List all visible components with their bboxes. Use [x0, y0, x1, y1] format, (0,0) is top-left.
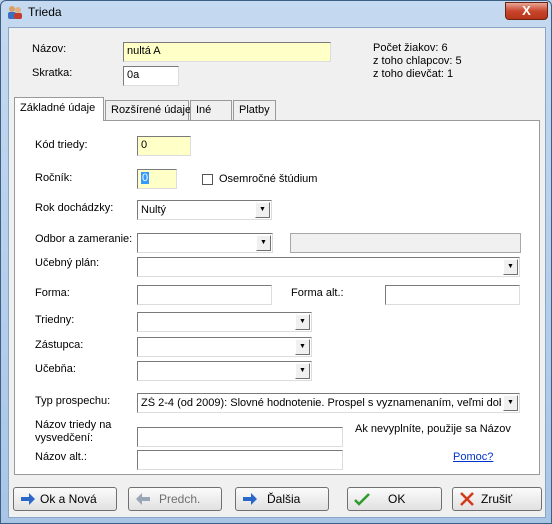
stat-dievcat: z toho dievčat: 1 [373, 68, 454, 80]
ucebny-plan-select[interactable]: ▼ [137, 257, 520, 277]
chevron-down-icon[interactable]: ▼ [503, 395, 518, 411]
odbor-label: Odbor a zameranie: [35, 233, 133, 245]
forma-label: Forma: [35, 287, 70, 299]
users-icon [7, 4, 23, 20]
typ-prospechu-label: Typ prospechu: [35, 395, 111, 407]
odbor-detail-field [290, 233, 521, 253]
zastupca-select[interactable]: ▼ [137, 337, 312, 357]
rok-dochadzky-select[interactable]: Nultý ▼ [137, 200, 272, 220]
rocnik-label: Ročník: [35, 172, 73, 184]
next-label: Ďalšia [267, 492, 301, 506]
typ-prospechu-select[interactable]: ZŠ 2-4 (od 2009): Slovné hodnotenie. Pro… [137, 393, 520, 413]
tab-rozsirene-udaje[interactable]: Rozšírené údaje [105, 100, 191, 120]
forma-alt-input[interactable] [385, 285, 520, 305]
triedny-label: Triedny: [35, 314, 75, 326]
checkmark-pen-icon [354, 492, 370, 506]
nazov-alt-input[interactable] [137, 450, 343, 470]
previous-label: Predch. [159, 492, 201, 506]
nazov-vysvedcenie-label-line2: vysvedčení: [35, 432, 94, 444]
osemrocne-label: Osemročné štúdium [219, 173, 318, 185]
tab-zakladne-udaje[interactable]: Základné údaje [14, 97, 104, 121]
cancel-button[interactable]: Zrušiť [452, 487, 542, 511]
chevron-down-icon[interactable]: ▼ [295, 339, 310, 355]
next-arrow-icon [242, 492, 258, 506]
ucebna-select[interactable]: ▼ [137, 361, 312, 381]
kod-triedy-label: Kód triedy: [35, 139, 88, 151]
dialog-client-area: Názov: nultá A Skratka: 0a Počet žiakov:… [8, 27, 546, 518]
ok-and-new-button[interactable]: Ok a Nová [13, 487, 117, 511]
ok-label: OK [388, 492, 406, 506]
rok-dochadzky-value: Nultý [141, 204, 167, 216]
nazov-input[interactable]: nultá A [123, 42, 331, 62]
tab-ine[interactable]: Iné [190, 100, 232, 120]
chevron-down-icon[interactable]: ▼ [255, 202, 270, 218]
cancel-label: Zrušiť [481, 492, 513, 506]
title-bar[interactable]: Trieda X [1, 1, 551, 23]
zastupca-label: Zástupca: [35, 339, 84, 351]
kod-triedy-input[interactable]: 0 [137, 136, 191, 156]
chevron-down-icon[interactable]: ▼ [295, 363, 310, 379]
nazov-label: Názov: [32, 43, 67, 55]
previous-arrow-icon [135, 492, 151, 506]
nazov-alt-label: Názov alt.: [35, 451, 87, 463]
previous-button[interactable]: Predch. [128, 487, 222, 511]
cancel-x-icon [459, 492, 475, 506]
window-title: Trieda [28, 5, 62, 19]
close-icon: X [522, 3, 531, 18]
chevron-down-icon[interactable]: ▼ [295, 314, 310, 330]
chevron-down-icon[interactable]: ▼ [256, 235, 271, 251]
nazov-vysvedcenie-input[interactable] [137, 427, 343, 447]
close-button[interactable]: X [505, 2, 548, 20]
ok-and-new-label: Ok a Nová [40, 492, 97, 506]
rocnik-value: 0 [141, 172, 150, 184]
stat-chlapcov: z toho chlapcov: 5 [373, 55, 462, 67]
rok-dochadzky-label: Rok dochádzky: [35, 202, 114, 214]
nazov-vysvedcenie-hint: Ak nevyplníte, použije sa Názov [355, 423, 511, 435]
nazov-vysvedcenie-label-line1: Názov triedy na [35, 419, 112, 431]
skratka-input[interactable]: 0a [123, 66, 179, 86]
triedny-select[interactable]: ▼ [137, 312, 312, 332]
tab-panel-zakladne-udaje: Kód triedy: 0 Ročník: 0 Osemročné štúdiu… [14, 120, 540, 475]
osemrocne-checkbox[interactable] [202, 174, 213, 185]
ucebna-label: Učebňa: [35, 363, 76, 375]
next-button[interactable]: Ďalšia [235, 487, 329, 511]
rocnik-input[interactable]: 0 [137, 169, 177, 189]
tab-platby[interactable]: Platby [233, 100, 276, 120]
ok-button[interactable]: OK [347, 487, 442, 511]
typ-prospechu-value: ZŠ 2-4 (od 2009): Slovné hodnotenie. Pro… [141, 397, 501, 409]
dialog-window: Trieda X Názov: nultá A Skratka: 0a Poče… [0, 0, 552, 524]
help-link[interactable]: Pomoc? [453, 451, 493, 463]
forma-alt-label: Forma alt.: [291, 287, 344, 299]
chevron-down-icon[interactable]: ▼ [503, 259, 518, 275]
next-arrow-icon [20, 492, 36, 506]
skratka-label: Skratka: [32, 67, 73, 79]
ucebny-plan-label: Učebný plán: [35, 257, 100, 269]
stat-pocet-ziakov: Počet žiakov: 6 [373, 42, 448, 54]
odbor-select[interactable]: ▼ [137, 233, 273, 253]
forma-input[interactable] [137, 285, 272, 305]
